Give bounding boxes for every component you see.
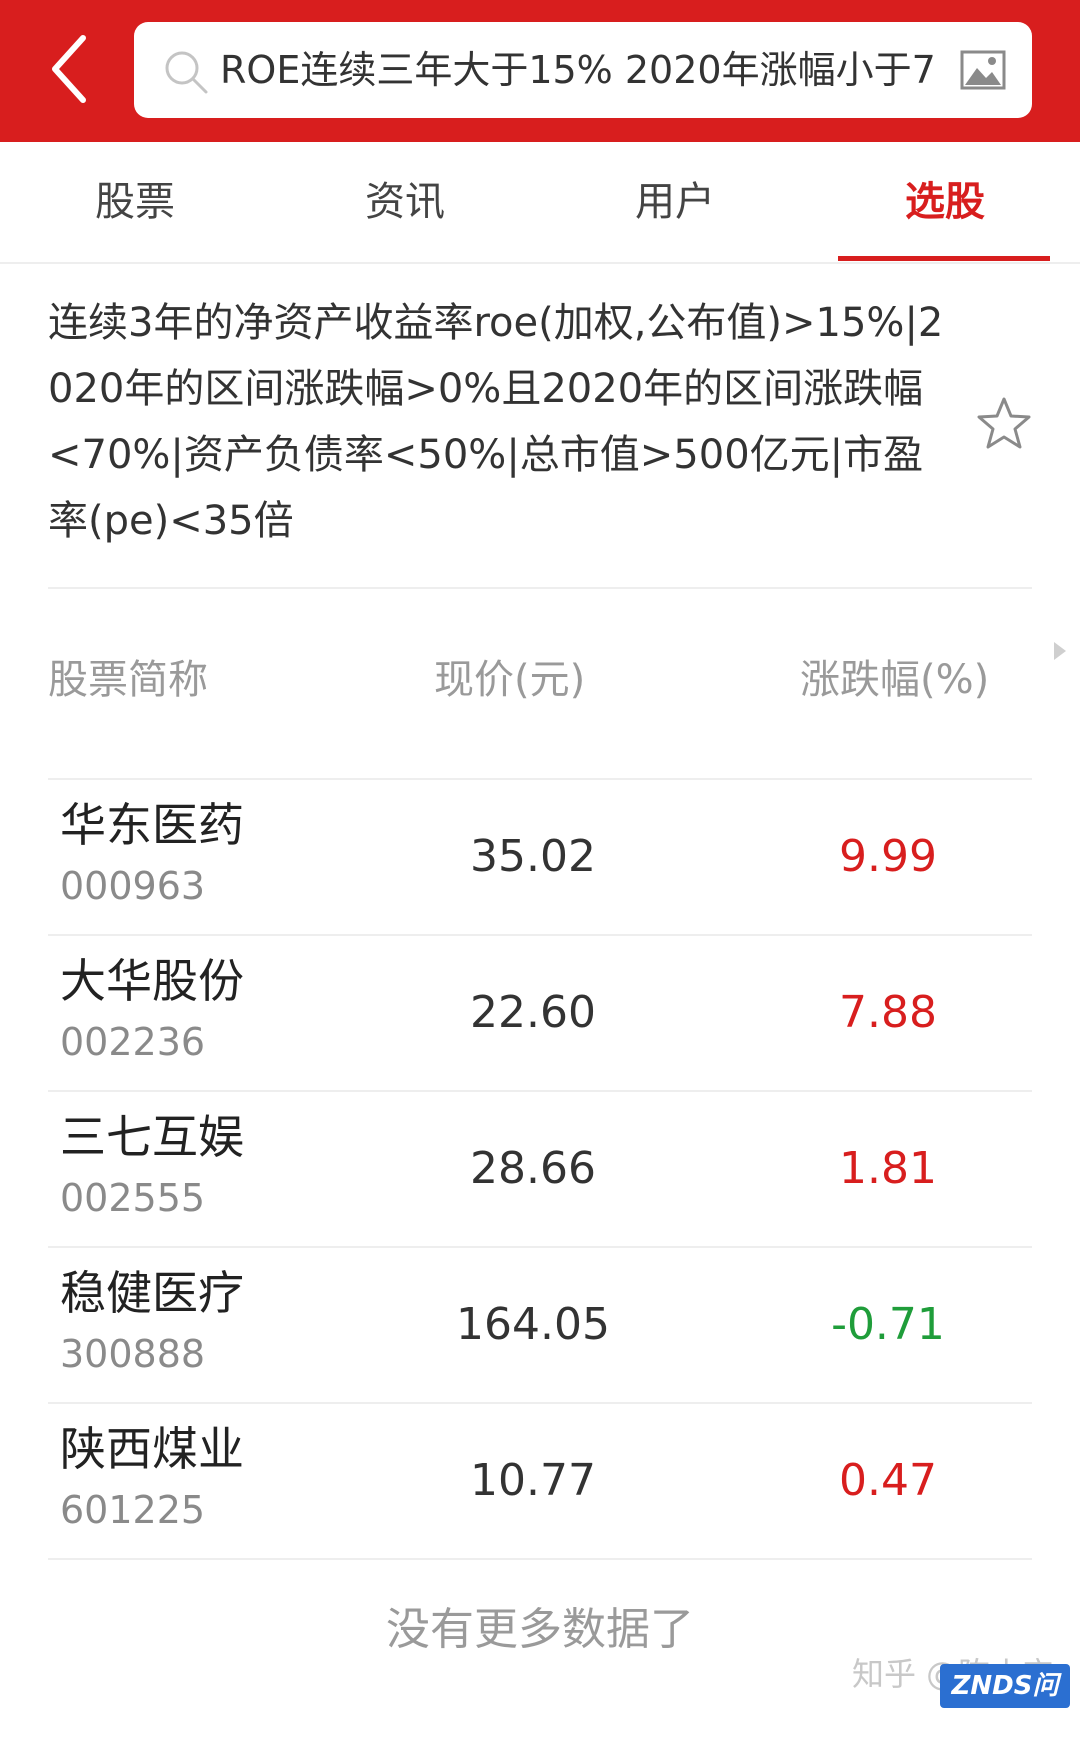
search-box[interactable]: ROE连续三年大于15% 2020年涨幅小于7 <box>134 22 1032 118</box>
table-row[interactable]: 大华股份 002236 22.60 7.88 <box>48 936 1032 1092</box>
stock-code: 601225 <box>60 1488 206 1532</box>
search-icon <box>165 51 208 94</box>
stock-name: 华东医药 <box>60 798 244 852</box>
tab-news[interactable]: 资讯 <box>270 142 540 262</box>
stock-price: 164.05 <box>456 1299 610 1350</box>
tab-stocks[interactable]: 股票 <box>0 142 270 262</box>
stock-price: 22.60 <box>470 987 596 1038</box>
divider <box>48 587 1032 589</box>
stock-name: 陕西煤业 <box>60 1422 244 1476</box>
znds-watermark: ZNDS问答 <box>940 1664 1070 1745</box>
column-header-name[interactable]: 股票简称 <box>48 640 208 720</box>
stock-list: 华东医药 000963 35.02 9.99 大华股份 002236 22.60… <box>48 780 1032 1560</box>
search-input[interactable]: ROE连续三年大于15% 2020年涨幅小于7 <box>220 22 962 118</box>
table-row[interactable]: 陕西煤业 601225 10.77 0.47 <box>48 1404 1032 1560</box>
tab-stock-picker[interactable]: 选股 <box>810 142 1080 262</box>
column-header-change[interactable]: 涨跌幅(%) <box>800 640 989 720</box>
image-icon[interactable] <box>960 50 1006 90</box>
stock-change: -0.71 <box>831 1299 945 1350</box>
no-more-data-text: 没有更多数据了 <box>386 1604 694 1655</box>
table-row[interactable]: 稳健医疗 300888 164.05 -0.71 <box>48 1248 1032 1404</box>
stock-change: 7.88 <box>839 987 937 1038</box>
table-row[interactable]: 华东医药 000963 35.02 9.99 <box>48 780 1032 936</box>
stock-change: 0.47 <box>839 1455 937 1506</box>
active-tab-indicator <box>838 256 1050 261</box>
star-outline-icon[interactable] <box>975 395 1033 453</box>
stock-change: 9.99 <box>839 831 937 882</box>
stock-code: 002555 <box>60 1176 206 1220</box>
column-header-price[interactable]: 现价(元) <box>434 640 585 720</box>
triangle-right-icon[interactable] <box>1052 640 1068 662</box>
stock-price: 10.77 <box>470 1455 596 1506</box>
stock-code: 000963 <box>60 864 206 908</box>
category-tabs: 股票 资讯 用户 选股 <box>0 142 1080 264</box>
tab-users[interactable]: 用户 <box>540 142 810 262</box>
chevron-left-icon <box>52 35 86 103</box>
stock-name: 大华股份 <box>60 954 244 1008</box>
stock-code: 002236 <box>60 1020 206 1064</box>
stock-code: 300888 <box>60 1332 206 1376</box>
stock-change: 1.81 <box>839 1143 937 1194</box>
stock-price: 35.02 <box>470 831 596 882</box>
screening-condition-text: 连续3年的净资产收益率roe(加权,公布值)>15%|2020年的区间涨跌幅>0… <box>48 300 944 544</box>
stock-name: 三七互娱 <box>60 1110 244 1164</box>
stock-price: 28.66 <box>470 1143 596 1194</box>
top-bar: ROE连续三年大于15% 2020年涨幅小于7 <box>0 0 1080 142</box>
stock-name: 稳健医疗 <box>60 1266 244 1320</box>
table-header: 股票简称 现价(元) 涨跌幅(%) <box>0 640 1080 720</box>
back-button[interactable] <box>38 26 100 112</box>
table-row[interactable]: 三七互娱 002555 28.66 1.81 <box>48 1092 1032 1248</box>
